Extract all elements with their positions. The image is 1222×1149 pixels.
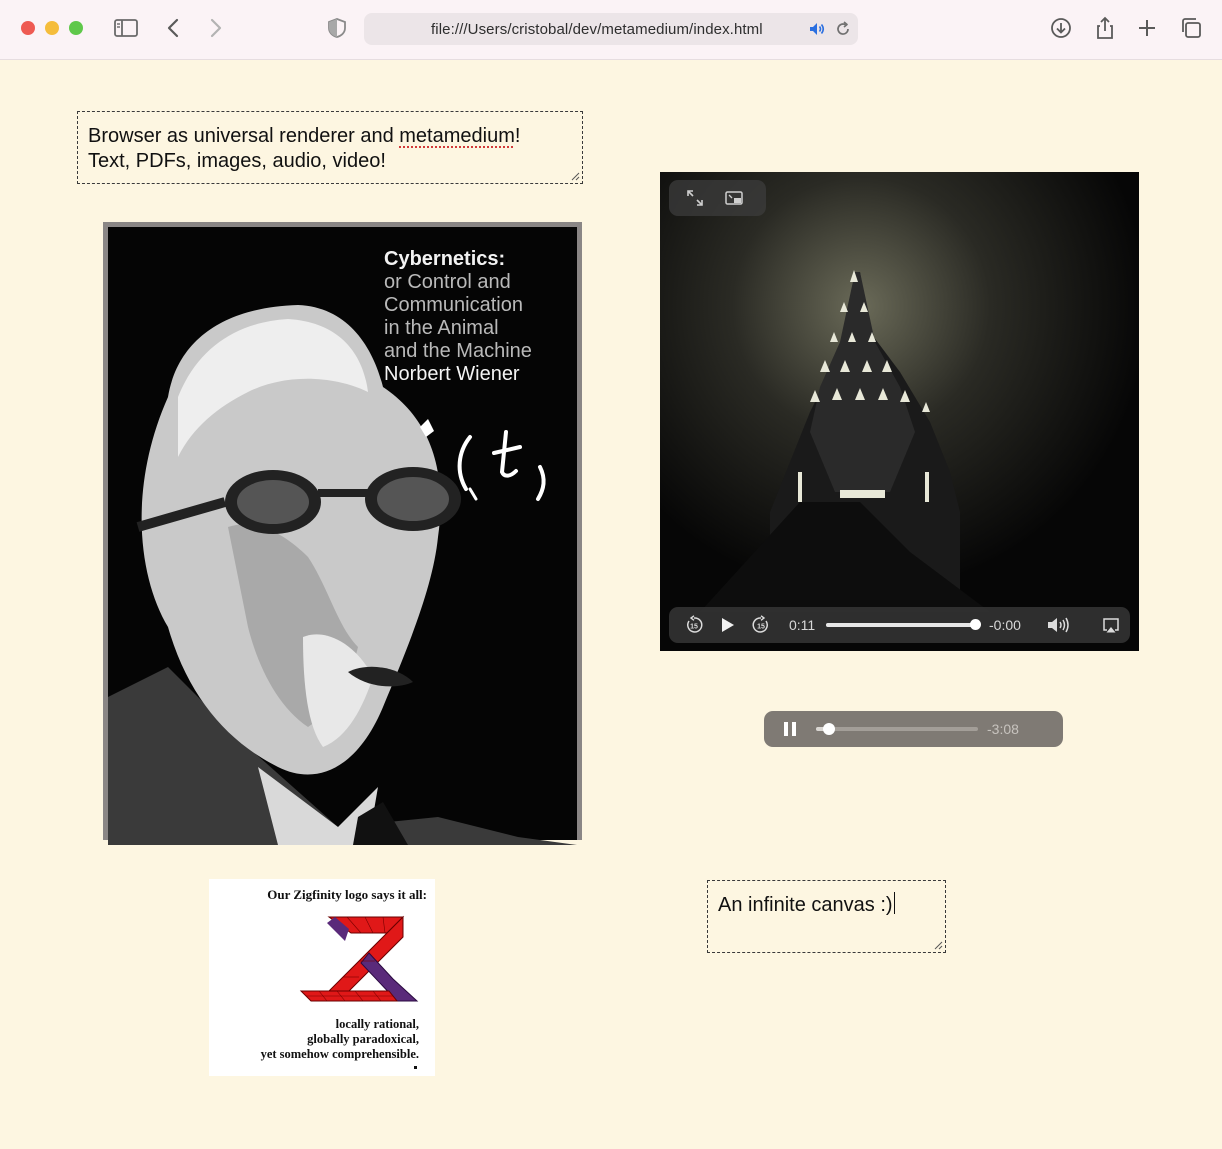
book-subtitle-line: or Control and [384,271,511,293]
zigfinity-caption: locally rational, globally paradoxical, … [261,1017,419,1062]
video-remaining-time: -0:00 [989,617,1021,633]
url-text[interactable]: file:///Users/cristobal/dev/metamedium/i… [431,21,763,38]
book-author: Norbert Wiener [384,363,520,385]
audio-scrubber-knob[interactable] [822,723,835,735]
new-tab-icon[interactable] [1134,15,1160,41]
book-title-block: Cybernetics: or Control and Communicatio… [384,247,532,386]
caption-line: yet somehow comprehensible. [260,1047,419,1061]
video-control-bar: 15 15 0:11 -0:00 [669,607,1130,643]
video-elapsed-time: 0:11 [789,617,816,633]
caption-line: locally rational, [335,1017,419,1031]
caption-line: globally paradoxical, [307,1032,419,1046]
note-line-2: Text, PDFs, images, audio, video! [88,150,386,172]
text-note-intro[interactable]: Browser as universal renderer and metame… [77,111,583,184]
skip-forward-15-icon[interactable]: 15 [751,615,771,635]
zigfinity-heading: Our Zigfinity logo says it all: [267,887,427,902]
text-note-infinite-canvas[interactable]: An infinite canvas :) [707,880,946,953]
misspelled-word: metamedium [399,125,515,147]
svg-text:15: 15 [690,624,698,631]
tabs-overview-icon[interactable] [1178,15,1204,41]
note-text: ! [514,125,521,147]
fullscreen-icon[interactable] [685,188,705,208]
video-scrubber-knob[interactable] [969,619,981,630]
zoom-window-button[interactable] [69,21,83,35]
share-icon[interactable] [1092,15,1118,41]
video-progress-fill [826,623,975,627]
book-subtitle-line: and the Machine [384,340,532,362]
resize-handle-icon[interactable] [571,172,580,181]
browser-toolbar: file:///Users/cristobal/dev/metamedium/i… [0,0,1222,60]
book-subtitle-line: Communication [384,294,523,316]
airplay-icon[interactable] [1101,615,1121,635]
skip-back-15-icon[interactable]: 15 [684,615,704,635]
zigfinity-logo [299,915,419,1002]
zigfinity-image[interactable]: Our Zigfinity logo says it all: locally … [209,879,435,1076]
book-subtitle-line: in the Animal [384,317,499,339]
text-cursor [893,892,896,914]
audio-scrubber[interactable] [816,723,978,735]
audio-player[interactable]: -3:08 [764,711,1063,747]
minimize-window-button[interactable] [45,21,59,35]
book-title: Cybernetics: [384,248,506,270]
download-icon[interactable] [1048,15,1074,41]
video-frame [660,172,1139,651]
pause-icon[interactable] [783,721,797,737]
audio-playing-icon[interactable] [808,20,826,38]
svg-text:15: 15 [757,624,765,631]
note-text[interactable]: An infinite canvas :) [718,894,893,916]
note-text: Browser as universal renderer and [88,125,400,147]
book-cover-image[interactable]: Cybernetics: or Control and Communicatio… [103,222,582,845]
audio-remaining-time: -3:08 [987,721,1019,737]
reload-icon[interactable] [834,20,852,38]
decorative-dot [414,1066,417,1069]
resize-handle-icon[interactable] [934,941,943,950]
back-icon[interactable] [161,15,187,41]
forward-icon[interactable] [202,15,228,41]
picture-in-picture-icon[interactable] [724,188,744,208]
video-top-controls [669,180,766,216]
sidebar-icon[interactable] [113,15,139,41]
volume-icon[interactable] [1046,615,1072,635]
address-bar[interactable]: file:///Users/cristobal/dev/metamedium/i… [364,13,858,45]
note-line-1: Browser as universal renderer and metame… [88,124,572,149]
video-player[interactable]: 15 15 0:11 -0:00 [660,172,1139,651]
close-window-button[interactable] [21,21,35,35]
video-scrubber[interactable] [826,619,981,630]
play-icon[interactable] [717,615,737,635]
shield-icon[interactable] [324,15,350,41]
